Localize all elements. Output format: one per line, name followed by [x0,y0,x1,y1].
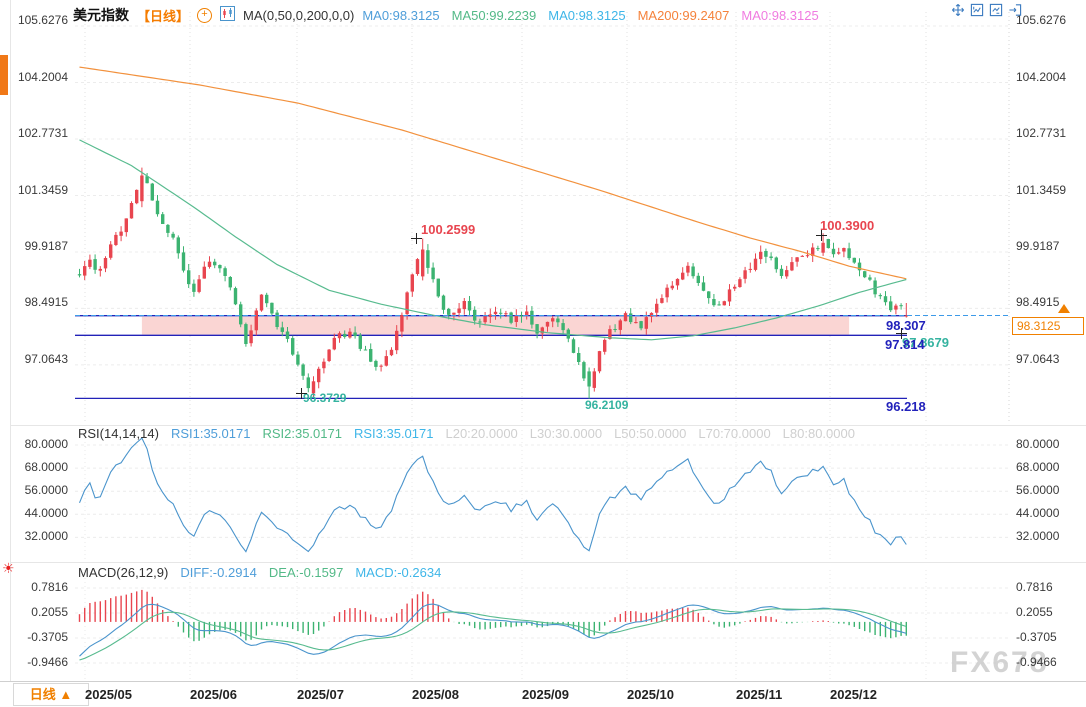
macd-title: MACD(26,12,9) [78,565,168,580]
x-axis-scale-icon[interactable] [988,3,1004,17]
rsi-level-list: L20:20.0000 L30:30.0000 L50:50.0000 L70:70.… [445,426,866,441]
y-axis-scale-icon[interactable] [969,3,985,17]
period-tag[interactable]: 【日线】 [137,6,189,25]
ma-value: MA0:98.3125 [548,8,625,23]
ma-settings-label: MA(0,50,0,200,0,0) [243,8,354,23]
macd-axis-label-left: -0.9466 [4,655,68,669]
price-axis-label-right: 101.3459 [1016,183,1066,197]
rsi-value: RSI3:35.0171 [354,426,434,441]
macd-axis-label-right: 0.2055 [1016,605,1053,619]
rsi-level: L70:70.0000 [698,426,770,441]
rsi-level: L80:80.0000 [783,426,855,441]
rsi-axis-label-right: 32.0000 [1016,529,1059,543]
ma-value: MA50:99.2239 [452,8,537,23]
macd-axis-label-left: -0.3705 [4,630,68,644]
price-axis-label-left: 98.4915 [4,295,68,309]
current-price-box: 98.3125 [1012,317,1084,335]
rsi-panel-svg[interactable] [75,430,1010,560]
price-axis-label-left: 101.3459 [4,183,68,197]
rsi-level: L20:20.0000 [445,426,517,441]
price-up-arrow-icon [1058,304,1070,313]
anchor-marker[interactable] [296,388,307,399]
macd-axis-label-left: 0.7816 [4,580,68,594]
date-axis-label: 2025/07 [297,687,344,702]
rsi-value: RSI2:35.0171 [262,426,342,441]
date-axis-label: 2025/05 [85,687,132,702]
macd-panel-divider [11,562,1086,563]
swing-low-label-jul: 96.3729 [303,391,346,405]
header-toolbar [950,3,1023,17]
rsi-axis-label-right: 80.0000 [1016,437,1059,451]
rsi-axis-label-right: 68.0000 [1016,460,1059,474]
macd-header: MACD(26,12,9) DIFF:-0.2914 DEA:-0.1597 MAC… [78,565,453,580]
macd-axis-label-right: -0.9466 [1016,655,1057,669]
period-button[interactable]: 日线 ▲ [13,683,89,706]
date-axis-label: 2025/08 [412,687,459,702]
swing-high-label-nov: 100.3900 [820,218,874,233]
exit-chart-icon[interactable] [1007,3,1023,17]
support-line-label-2: 97.814 [885,337,925,352]
rsi-header: RSI(14,14,14) RSI1:35.0171RSI2:35.0171RS… [78,426,867,441]
ma-value: MA200:99.2407 [638,8,730,23]
chart-header: 美元指数 【日线】 + MA(0,50,0,200,0,0) MA0:98.31… [73,5,831,25]
rsi-axis-label-left: 44.0000 [4,506,68,520]
price-axis-label-right: 97.0643 [1016,352,1059,366]
rsi-axis-label-right: 56.0000 [1016,483,1059,497]
anchor-marker[interactable] [896,328,907,339]
date-axis-label: 2025/11 [736,687,782,702]
rsi-value-list: RSI1:35.0171 RSI2:35.0171 RSI3:35.0171 [171,426,446,441]
rsi-title: RSI(14,14,14) [78,426,159,441]
rsi-axis-label-left: 68.0000 [4,460,68,474]
rsi-level: L50:50.0000 [614,426,686,441]
candlestick-chart-icon[interactable] [220,6,235,24]
ma-value: MA0:98.3125 [362,8,439,23]
date-axis-label: 2025/10 [627,687,674,702]
price-axis-label-left: 102.7731 [4,126,68,140]
date-axis-bar: 日线 ▲ 2025/05 2025/06 2025/07 2025/08 2025/09… [0,682,1086,707]
rsi-value: RSI1:35.0171 [171,426,251,441]
price-axis-label-right: 99.9187 [1016,239,1059,253]
symbol-title: 美元指数 [73,5,129,25]
price-axis-label-left: 104.2004 [4,70,68,84]
left-rail [0,0,10,681]
date-axis-label: 2025/06 [190,687,237,702]
price-axis-label-left: 105.6276 [4,13,68,27]
date-axis-label: 2025/12 [830,687,877,702]
ma-value-list: MA0:98.3125 MA50:99.2239 MA0:98.3125 MA200:… [362,8,830,23]
macd-value-list: DIFF:-0.2914 DEA:-0.1597 MACD:-0.2634 [180,565,453,580]
add-compare-icon[interactable]: + [197,8,212,23]
rsi-axis-label-left: 80.0000 [4,437,68,451]
support-line-label-3: 96.218 [886,399,926,414]
pan-icon[interactable] [950,3,966,17]
macd-axis-label-left: 0.2055 [4,605,68,619]
price-axis-label-right: 98.4915 [1016,295,1059,309]
ma-value: MA0:98.3125 [741,8,818,23]
rsi-axis-label-left: 32.0000 [4,529,68,543]
rsi-axis-label-left: 56.0000 [4,483,68,497]
price-axis-label-right: 104.2004 [1016,70,1066,84]
rsi-axis-label-right: 44.0000 [1016,506,1059,520]
macd-axis-label-right: 0.7816 [1016,580,1053,594]
swing-high-label-aug: 100.2599 [421,222,475,237]
price-axis-label-right: 102.7731 [1016,126,1066,140]
panel-left-divider [10,0,11,681]
macd-axis-label-right: -0.3705 [1016,630,1057,644]
macd-panel-svg[interactable] [75,570,1010,680]
macd-value: DIFF:-0.2914 [180,565,257,580]
rsi-level: L30:30.0000 [530,426,602,441]
swing-low-label-sep: 96.2109 [585,398,628,412]
price-axis-label-left: 99.9187 [4,239,68,253]
macd-value: DEA:-0.1597 [269,565,343,580]
date-axis-label: 2025/09 [522,687,569,702]
anchor-marker[interactable] [411,233,422,244]
anchor-marker[interactable] [816,230,827,241]
price-axis-label-left: 97.0643 [4,352,68,366]
macd-value: MACD:-0.2634 [355,565,441,580]
price-axis-label-right: 105.6276 [1016,13,1066,27]
hot-indicator-icon[interactable]: ☀ [2,560,15,577]
